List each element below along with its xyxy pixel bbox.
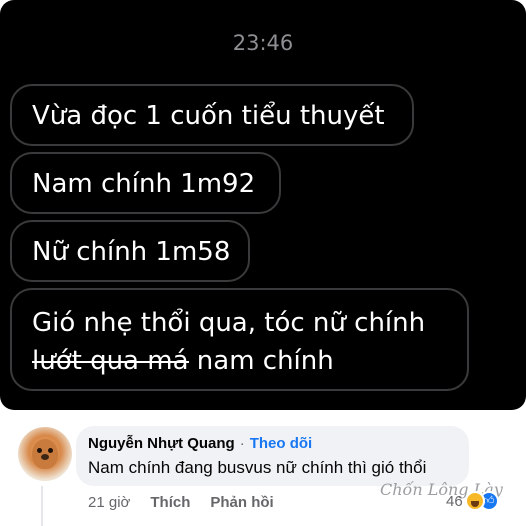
reaction-count: 46 bbox=[446, 492, 463, 510]
like-button[interactable]: Thích bbox=[150, 492, 190, 514]
message-timestamp: 23:46 bbox=[232, 31, 294, 55]
comment-bubble: Nguyễn Nhựt Quang · Theo dõi Nam chính đ… bbox=[76, 426, 469, 486]
reaction-summary[interactable]: 46 👍︎ bbox=[446, 491, 499, 511]
comment-author[interactable]: Nguyễn Nhựt Quang bbox=[88, 434, 235, 454]
message-bubble[interactable]: Vừa đọc 1 cuốn tiểu thuyết bbox=[10, 84, 414, 146]
chat-screenshot: 23:46 Vừa đọc 1 cuốn tiểu thuyết Nam chí… bbox=[0, 0, 526, 410]
avatar[interactable] bbox=[18, 427, 72, 481]
screenshot-root: 23:46 Vừa đọc 1 cuốn tiểu thuyết Nam chí… bbox=[0, 0, 526, 526]
strikethrough-text: lướt qua má bbox=[32, 346, 189, 376]
follow-link[interactable]: Theo dõi bbox=[250, 434, 313, 454]
reply-button[interactable]: Phản hồi bbox=[210, 492, 273, 514]
message-bubble[interactable]: Nam chính 1m92 bbox=[10, 152, 281, 214]
message-bubble[interactable]: Gió nhẹ thổi qua, tóc nữ chính lướt qua … bbox=[10, 288, 469, 391]
comment-text: Nam chính đang busvus nữ chính thì gió t… bbox=[88, 458, 427, 477]
message-text: Vừa đọc 1 cuốn tiểu thuyết bbox=[32, 101, 385, 131]
comment-actions: 21 giờ Thích Phản hồi bbox=[88, 492, 274, 514]
comment-header: Nguyễn Nhựt Quang · Theo dõi bbox=[88, 434, 457, 454]
dog-eye bbox=[37, 448, 42, 453]
message-text: Nữ chính 1m58 bbox=[32, 237, 231, 267]
dog-eye bbox=[48, 448, 53, 453]
separator-dot: · bbox=[239, 435, 245, 452]
message-text: nam chính bbox=[188, 346, 334, 376]
comment-time[interactable]: 21 giờ bbox=[88, 492, 130, 514]
haha-icon bbox=[464, 491, 485, 511]
thread-line bbox=[41, 486, 43, 526]
message-text: Nam chính 1m92 bbox=[32, 169, 256, 199]
message-bubble[interactable]: Nữ chính 1m58 bbox=[10, 220, 250, 282]
dog-nose bbox=[41, 454, 49, 460]
message-text: Gió nhẹ thổi qua, tóc nữ chính bbox=[32, 308, 426, 338]
